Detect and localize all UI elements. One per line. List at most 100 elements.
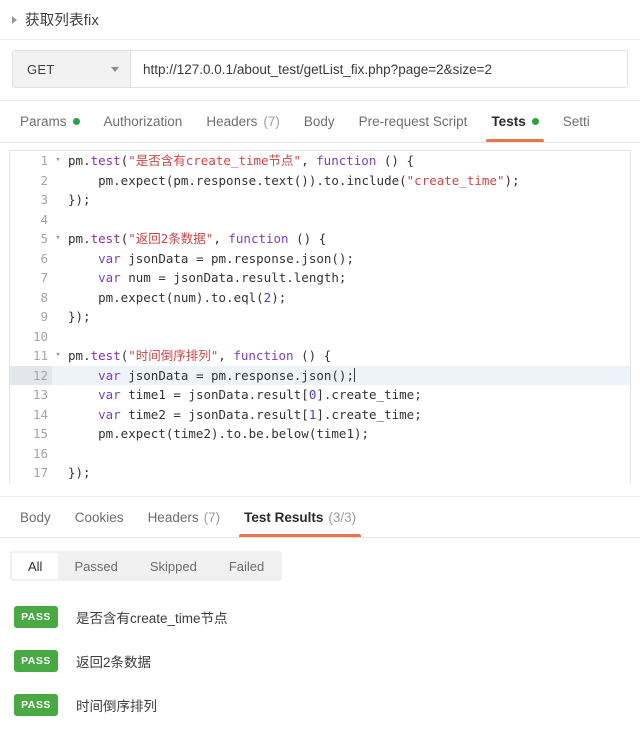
code-line[interactable]: 9}); <box>10 307 630 327</box>
response-tab-label: Headers <box>147 509 199 525</box>
tab-tests[interactable]: Tests <box>479 101 550 142</box>
code-text: }); <box>68 465 91 480</box>
tab-count: (7) <box>263 114 280 129</box>
code-line[interactable]: 11 ▾ pm.test("时间倒序排列", function () { <box>10 346 630 366</box>
code-line[interactable]: 18 <box>10 483 630 485</box>
response-tab-count: (3/3) <box>328 509 357 525</box>
tab-pre-request-script[interactable]: Pre-request Script <box>347 101 480 142</box>
code-text: pm.test("时间倒序排列", function () { <box>68 348 332 363</box>
tab-params[interactable]: Params <box>8 101 92 142</box>
code-text: pm.test("返回2条数据", function () { <box>68 231 327 246</box>
filter-failed[interactable]: Failed <box>213 553 280 579</box>
line-number: 5 <box>40 231 48 246</box>
code-line[interactable]: 4 <box>10 210 630 230</box>
response-tab-label: Body <box>20 509 51 525</box>
tab-label: Tests <box>491 114 526 129</box>
code-line[interactable]: 10 <box>10 327 630 347</box>
tab-label: Authorization <box>103 114 183 129</box>
http-method-select[interactable]: GET <box>13 51 131 87</box>
fold-triangle-icon[interactable]: ▾ <box>52 229 64 249</box>
code-line[interactable]: 14 var time2 = jsonData.result[1].create… <box>10 405 630 425</box>
line-number: 6 <box>40 250 48 266</box>
response-tab-label: Test Results <box>244 509 324 525</box>
code-line[interactable]: 16 <box>10 444 630 464</box>
code-line[interactable]: 17}); <box>10 463 630 483</box>
tab-headers[interactable]: Headers (7) <box>194 101 292 142</box>
line-number: 12 <box>10 365 52 385</box>
response-tab-cookies[interactable]: Cookies <box>63 497 136 537</box>
status-badge: PASS <box>14 694 58 716</box>
filter-skipped[interactable]: Skipped <box>134 553 213 579</box>
line-number: 2 <box>40 172 48 188</box>
test-results-list: PASS 是否含有create_time节点 PASS 返回2条数据 PASS 时间倒序排… <box>0 581 640 727</box>
triangle-right-icon[interactable] <box>12 15 17 24</box>
url-input[interactable]: http://127.0.0.1/about_test/getList_fix.… <box>131 51 627 87</box>
code-line[interactable]: 8 pm.expect(num).to.eql(2); <box>10 288 630 308</box>
code-line[interactable]: 15 pm.expect(time2).to.be.below(time1); <box>10 424 630 444</box>
tab-label: Params <box>20 114 67 129</box>
tab-label: Pre-request Script <box>358 114 468 129</box>
line-number: 7 <box>40 270 48 285</box>
line-number: 15 <box>32 426 48 441</box>
tab-label: Body <box>303 114 335 129</box>
text-cursor <box>353 367 355 382</box>
line-number: 1 <box>40 153 48 168</box>
response-tab-body[interactable]: Body <box>8 497 63 537</box>
code-text: pm.expect(pm.response.text()).to.include… <box>68 172 520 188</box>
line-number: 16 <box>32 445 48 461</box>
tab-label: Headers <box>206 114 258 129</box>
chevron-down-icon <box>111 66 119 72</box>
tab-body[interactable]: Body <box>292 101 347 142</box>
code-line[interactable]: 1 ▾ pm.test("是否含有create_time节点", function … <box>10 151 630 171</box>
test-result-row: PASS 是否含有create_time节点 <box>0 595 640 639</box>
page-title: 获取列表fix <box>25 13 99 29</box>
code-text: }); <box>68 309 91 324</box>
code-line[interactable]: 12 var jsonData = pm.response.json(); <box>10 365 630 385</box>
response-tab-test-results[interactable]: Test Results (3/3) <box>232 497 368 537</box>
response-tabs: Body Cookies Headers (7) Test Results (3/3) <box>0 496 640 538</box>
line-number: 14 <box>32 406 48 422</box>
tab-setti[interactable]: Setti <box>551 101 602 142</box>
http-method-label: GET <box>27 61 55 77</box>
test-result-name: 时间倒序排列 <box>76 699 157 714</box>
line-number: 11 <box>32 348 48 363</box>
code-text: pm.expect(num).to.eql(2); <box>68 289 287 305</box>
tests-code-editor[interactable]: 1 ▾ pm.test("是否含有create_time节点", function … <box>9 150 631 484</box>
tab-authorization[interactable]: Authorization <box>92 101 195 142</box>
code-text: var num = jsonData.result.length; <box>98 270 347 285</box>
code-line[interactable]: 5 ▾ pm.test("返回2条数据", function () { <box>10 229 630 249</box>
test-result-row: PASS 时间倒序排列 <box>0 683 640 727</box>
code-line[interactable]: 7 var num = jsonData.result.length; <box>10 268 630 288</box>
line-number: 8 <box>40 289 48 305</box>
filter-passed[interactable]: Passed <box>58 553 133 579</box>
line-number: 9 <box>40 309 48 324</box>
code-text: pm.test("是否含有create_time节点", function ()… <box>68 153 414 168</box>
tab-modified-dot-icon <box>531 118 539 125</box>
code-line[interactable]: 13 var time1 = jsonData.result[0].create… <box>10 385 630 405</box>
request-titlebar: 获取列表fix <box>0 0 640 40</box>
line-number: 3 <box>40 192 48 207</box>
line-number: 18 <box>10 483 52 485</box>
filter-all[interactable]: All <box>12 553 59 579</box>
test-result-name: 返回2条数据 <box>76 655 152 670</box>
line-number: 17 <box>32 465 48 480</box>
code-line[interactable]: 3}); <box>10 190 630 210</box>
response-tab-count: (7) <box>203 509 221 525</box>
code-line[interactable]: 6 var jsonData = pm.response.json(); <box>10 249 630 269</box>
code-text: var jsonData = pm.response.json(); <box>98 250 354 266</box>
line-number: 10 <box>32 328 48 344</box>
tab-modified-dot-icon <box>72 118 80 125</box>
status-badge: PASS <box>14 650 58 672</box>
test-result-row: PASS 返回2条数据 <box>0 639 640 683</box>
code-line[interactable]: 2 pm.expect(pm.response.text()).to.inclu… <box>10 171 630 191</box>
tests-editor-wrap: 1 ▾ pm.test("是否含有create_time节点", function … <box>0 143 640 484</box>
code-text: }); <box>68 192 91 207</box>
code-text: var time1 = jsonData.result[0].create_ti… <box>98 387 422 402</box>
fold-triangle-icon[interactable]: ▾ <box>52 346 64 366</box>
url-bar: GET http://127.0.0.1/about_test/getList_… <box>12 50 628 88</box>
fold-triangle-icon[interactable]: ▾ <box>52 151 64 171</box>
status-badge: PASS <box>14 606 58 628</box>
response-tab-headers[interactable]: Headers (7) <box>136 497 233 537</box>
response-tab-label: Cookies <box>74 509 124 525</box>
line-number: 4 <box>40 211 48 227</box>
